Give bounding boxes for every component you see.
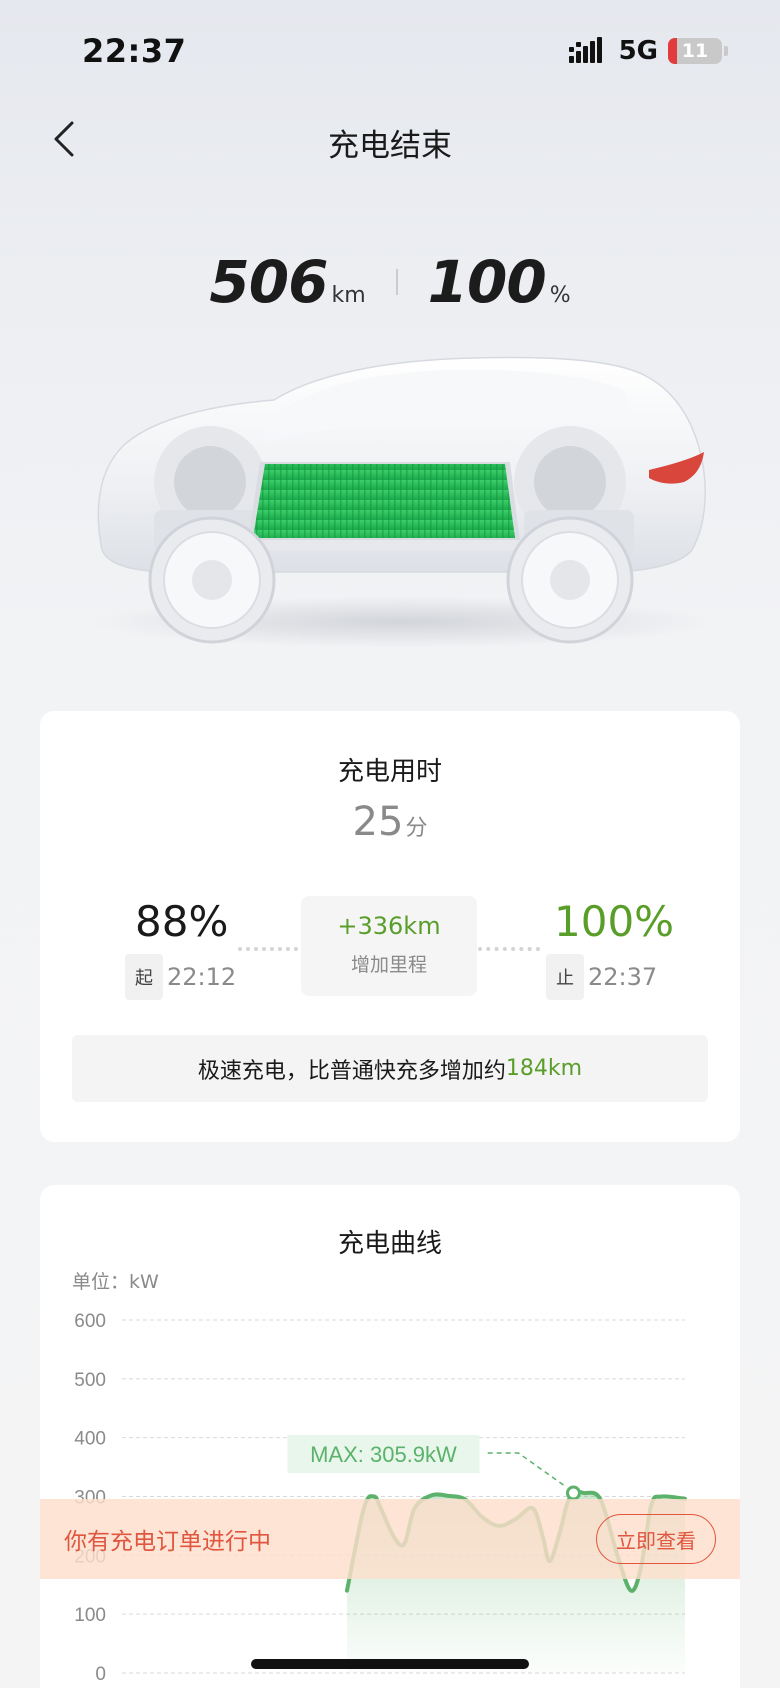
y-tick-label: 600 (74, 1311, 106, 1332)
start-soc: 88% (135, 897, 229, 946)
range-unit: km (331, 283, 366, 308)
network-label: 5G (618, 36, 658, 66)
duration-unit: 分 (405, 816, 428, 841)
y-tick-label: 100 (74, 1605, 106, 1626)
start-tag: 起 (125, 954, 163, 1000)
battery-icon: 11 (668, 38, 722, 64)
y-tick-label: 400 (74, 1429, 106, 1450)
start-time: 22:12 (167, 963, 237, 991)
y-tick-label: 500 (74, 1370, 106, 1391)
soc-value: 100 (427, 248, 547, 316)
end-soc: 100% (554, 897, 675, 946)
added-range-box: +336km 增加里程 (301, 896, 477, 996)
dotted-connector-left (238, 947, 298, 951)
charge-curve-chart: 0100200300400500600MAX: 305.9kW (74, 1311, 687, 1685)
status-indicators: 5G 11 (568, 36, 728, 66)
stats-divider (395, 269, 398, 295)
page-title: 充电结束 (328, 128, 452, 164)
charge-time-title: 充电用时 (337, 757, 442, 787)
fast-charge-tip: 极速充电，比普通快充多增加约 184km (72, 1035, 708, 1102)
max-label: MAX: 305.9kW (310, 1442, 457, 1467)
soc-unit: % (549, 283, 571, 308)
max-leader-line (485, 1452, 564, 1486)
charge-curve-card: 充电曲线 单位：kW 0100200300400500600MAX: 305.9… (40, 1185, 740, 1688)
max-point (565, 1485, 581, 1501)
status-bar: 22:37 5G 11 (0, 0, 780, 100)
ongoing-order-banner[interactable]: 你有充电订单进行中 立即查看 (40, 1499, 740, 1579)
status-time: 22:37 (82, 32, 187, 70)
end-time: 22:37 (588, 963, 658, 991)
charge-time-card: 充电用时 25分 88% 起 22:12 +336km 增加里程 100% 止 … (40, 711, 740, 1142)
view-now-button[interactable]: 立即查看 (596, 1514, 716, 1564)
charge-duration: 25分 (40, 799, 740, 845)
y-tick-label: 0 (95, 1664, 106, 1685)
car-illustration (84, 350, 720, 650)
duration-value: 25 (352, 799, 404, 845)
tip-highlight: 184km (505, 1056, 583, 1081)
added-range-value: +336km (337, 912, 441, 940)
tip-text: 极速充电，比普通快充多增加约 (197, 1058, 506, 1084)
battery-level: 11 (681, 40, 709, 62)
end-tag: 止 (546, 954, 584, 1000)
battery-tip (724, 46, 728, 56)
added-range-label: 增加里程 (350, 954, 427, 976)
range-value: 506 (209, 248, 328, 316)
hero-stats: 506 km 100 % (0, 248, 780, 316)
dotted-connector-right (478, 947, 540, 951)
banner-text: 你有充电订单进行中 (64, 1529, 271, 1555)
charge-curve-title: 充电曲线 (337, 1229, 442, 1259)
signal-icon (568, 37, 602, 63)
chart-unit-label: 单位：kW (72, 1271, 159, 1293)
home-indicator[interactable] (251, 1659, 529, 1669)
